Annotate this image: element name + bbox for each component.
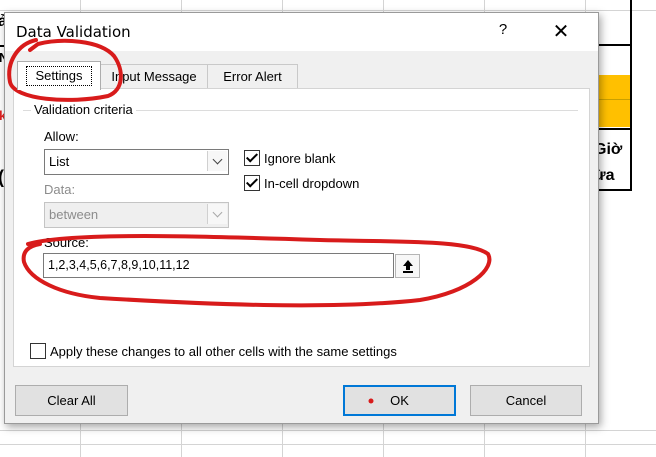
chevron-down-icon[interactable] [207, 151, 227, 171]
ignore-blank-label: Ignore blank [264, 151, 336, 166]
upload-arrow-icon[interactable] [395, 254, 420, 278]
allow-value: List [49, 154, 70, 169]
tab-label: Error Alert [223, 69, 282, 84]
orange-cell [597, 75, 630, 99]
tab-error-alert[interactable]: Error Alert [207, 64, 298, 89]
ignore-blank-checkbox[interactable] [244, 150, 260, 166]
source-label: Source: [44, 235, 89, 250]
apply-all-checkbox[interactable] [30, 343, 46, 359]
cancel-button[interactable]: Cancel [470, 385, 582, 416]
settings-panel: Validation criteria Allow: List Data: be… [13, 88, 590, 367]
title-bar[interactable]: Data Validation ? ✕ [5, 13, 598, 51]
data-dropdown[interactable]: between [44, 202, 229, 228]
orange-cell [597, 100, 630, 127]
tab-label: Settings [25, 66, 93, 86]
clear-all-button[interactable]: Clear All [15, 385, 128, 416]
allow-label: Allow: [44, 129, 79, 144]
help-icon[interactable]: ? [491, 21, 515, 43]
data-value: between [49, 207, 99, 222]
data-validation-dialog: Data Validation ? ✕ Settings Input Messa… [4, 12, 599, 424]
allow-dropdown[interactable]: List [44, 149, 229, 175]
group-heading: Validation criteria [31, 102, 136, 117]
in-cell-dropdown-checkbox[interactable] [244, 175, 260, 191]
dialog-title: Data Validation [16, 23, 131, 41]
tab-label: Input Message [111, 69, 197, 84]
apply-all-label: Apply these changes to all other cells w… [50, 344, 397, 359]
source-input[interactable]: 1,2,3,4,5,6,7,8,9,10,11,12 [43, 253, 394, 278]
ok-button[interactable]: OK [343, 385, 456, 416]
source-value: 1,2,3,4,5,6,7,8,9,10,11,12 [48, 258, 190, 272]
chevron-down-icon [207, 204, 227, 224]
close-icon[interactable]: ✕ [548, 19, 574, 45]
in-cell-dropdown-label: In-cell dropdown [264, 176, 360, 191]
tab-settings[interactable]: Settings [17, 61, 101, 90]
data-label: Data: [44, 182, 76, 197]
tab-input-message[interactable]: Input Message [99, 64, 209, 89]
